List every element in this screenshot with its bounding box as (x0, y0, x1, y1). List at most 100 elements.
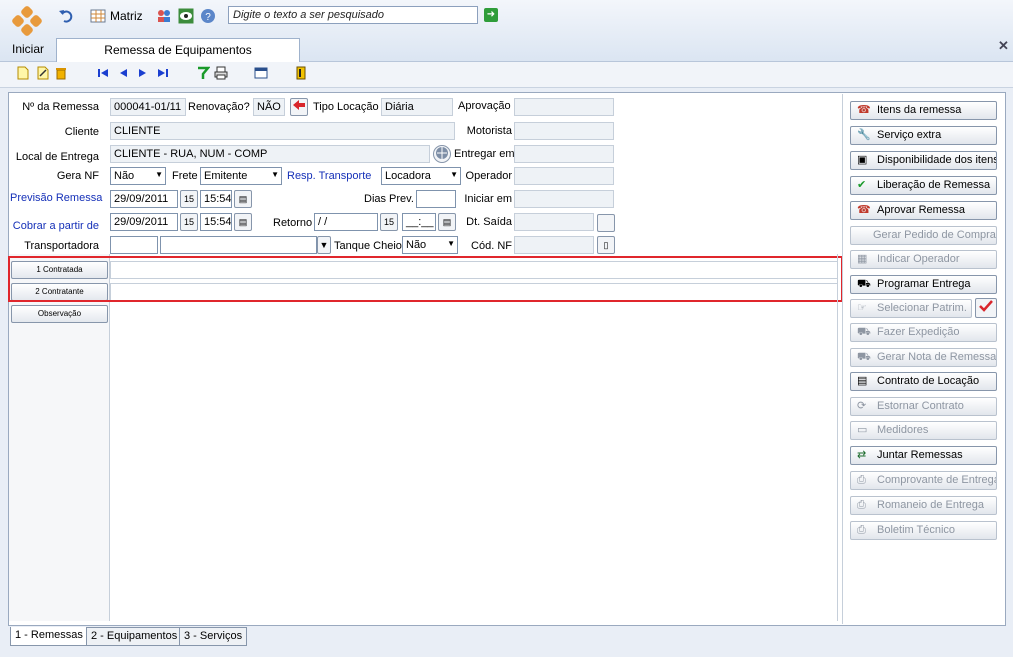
previsao-calendar-button[interactable]: 15 (180, 190, 198, 208)
action-button-14[interactable]: ⇄ Juntar Remessas (850, 446, 997, 465)
exit-door-icon[interactable] (294, 66, 308, 80)
retorno-calendar-button[interactable]: 15 (380, 213, 398, 231)
gera-nf-select[interactable]: Não (110, 167, 166, 185)
action-button-5[interactable]: Gerar Pedido de Compra (850, 226, 997, 245)
tab-equipamentos[interactable]: 2 - Equipamentos (86, 627, 183, 646)
retorno-hora-field[interactable]: __:__ (402, 213, 436, 231)
window-icon[interactable] (254, 66, 268, 80)
action-button-12[interactable]: ⟳ Estornar Contrato (850, 397, 997, 416)
calendar-icon: 15 (383, 217, 394, 227)
close-tab-icon[interactable]: ✕ (998, 38, 1009, 54)
dias-prev-field[interactable] (416, 190, 456, 208)
cod-nf-button[interactable]: ▯ (597, 236, 615, 254)
matriz-button[interactable]: Matriz (110, 9, 143, 23)
tab-servicos[interactable]: 3 - Serviços (179, 627, 248, 646)
next-record-icon[interactable] (136, 66, 150, 80)
previsao-remessa-link[interactable]: Previsão Remessa (10, 192, 102, 204)
action-button-10[interactable]: ⛟ Gerar Nota de Remessa (850, 348, 997, 367)
tab-remessa-equipamentos[interactable]: Remessa de Equipamentos (56, 38, 300, 62)
action-button-4[interactable]: ☎ Aprovar Remessa (850, 201, 997, 220)
transportadora-name-field[interactable] (160, 236, 317, 254)
previsao-clock-button[interactable]: ▤ (234, 190, 252, 208)
retorno-clock-button[interactable]: ▤ (438, 213, 456, 231)
observacao-button[interactable]: Observação (11, 305, 108, 323)
printer-icon: ⎙ (857, 474, 866, 486)
edit-document-icon[interactable] (36, 66, 50, 80)
printer-icon[interactable] (214, 66, 228, 80)
action-button-8[interactable]: ☞ Selecionar Patrim. (850, 299, 972, 318)
action-button-15[interactable]: ⎙ Comprovante de Entrega (850, 471, 997, 490)
action-button-6[interactable]: ▦ Indicar Operador (850, 250, 997, 269)
action-button-label: Itens da remessa (877, 104, 962, 116)
action-button-2[interactable]: ▣ Disponibilidade dos itens (850, 151, 997, 170)
eye-icon[interactable] (178, 8, 194, 24)
meter-icon: ▭ (857, 424, 868, 436)
new-document-icon[interactable] (16, 66, 30, 80)
action-button-label: Estornar Contrato (877, 400, 964, 412)
svg-text:?: ? (205, 12, 211, 23)
action-button-11[interactable]: ▤ Contrato de Locação (850, 372, 997, 391)
dt-saida-label: Dt. Saída (466, 216, 512, 228)
dt-saida-button[interactable] (597, 214, 615, 232)
action-button-17[interactable]: ⎙ Boletim Técnico (850, 521, 997, 540)
iniciar-label[interactable]: Iniciar (12, 42, 44, 56)
action-button-16[interactable]: ⎙ Romaneio de Entrega (850, 496, 997, 515)
cobrar-clock-button[interactable]: ▤ (234, 213, 252, 231)
aprovacao-field[interactable] (514, 98, 614, 116)
retorno-data-field[interactable]: / / (314, 213, 378, 231)
frete-select[interactable]: Emitente (200, 167, 282, 185)
resp-transporte-link[interactable]: Resp. Transporte (287, 170, 371, 182)
resp-transporte-select[interactable]: Locadora (381, 167, 461, 185)
local-entrega-field[interactable]: CLIENTE - RUA, NUM - COMP (110, 145, 430, 163)
dt-saida-field[interactable] (514, 213, 594, 231)
action-button-1[interactable]: 🔧 Serviço extra (850, 126, 997, 145)
app-window: Iniciar Matriz ? Digite o texto a ser pe… (0, 0, 1013, 657)
action-button-9[interactable]: ⛟ Fazer Expedição (850, 323, 997, 342)
first-record-icon[interactable] (96, 66, 110, 80)
users-icon[interactable] (156, 8, 172, 24)
action-button-label: Juntar Remessas (877, 449, 963, 461)
tab-remessas[interactable]: 1 - Remessas (10, 627, 88, 646)
last-record-icon[interactable] (156, 66, 170, 80)
nr-remessa-field[interactable]: 000041-01/11 (110, 98, 186, 116)
transportadora-code-field[interactable] (110, 236, 158, 254)
action-button-label: Comprovante de Entrega (877, 474, 997, 486)
iniciar-em-field[interactable] (514, 190, 614, 208)
action-button-7[interactable]: ⛟ Programar Entrega (850, 275, 997, 294)
selecionar-patrim-check-button[interactable] (975, 298, 997, 318)
matriz-grid-icon[interactable] (90, 8, 106, 24)
cobrar-data-field[interactable]: 29/09/2011 (110, 213, 178, 231)
operador-label: Operador (465, 170, 512, 182)
cod-nf-field[interactable] (514, 236, 594, 254)
renovacao-arrow-button[interactable] (290, 98, 308, 116)
cobrar-link[interactable]: Cobrar a partir de (10, 220, 99, 232)
cliente-field[interactable]: CLIENTE (110, 122, 455, 140)
undo-icon[interactable] (58, 8, 74, 24)
operador-field[interactable] (514, 167, 614, 185)
check-icon: ✔ (857, 179, 867, 191)
tanque-cheio-select[interactable]: Não (402, 236, 458, 254)
action-button-3[interactable]: ✔ Liberação de Remessa (850, 176, 997, 195)
entregar-em-field[interactable] (514, 145, 614, 163)
previsao-hora-field[interactable]: 15:54 (200, 190, 232, 208)
motorista-field[interactable] (514, 122, 614, 140)
phone-icon: ☎ (857, 204, 871, 216)
renovacao-field[interactable]: NÃO (253, 98, 285, 116)
globe-button[interactable] (433, 145, 451, 163)
previous-record-icon[interactable] (116, 66, 130, 80)
transportadora-dropdown[interactable]: ▼ (317, 236, 331, 254)
red-check-icon (979, 300, 993, 312)
search-go-icon[interactable]: ➜ (484, 8, 498, 22)
action-button-13[interactable]: ▭ Medidores (850, 421, 997, 440)
previsao-data-field[interactable]: 29/09/2011 (110, 190, 178, 208)
help-icon[interactable]: ? (200, 8, 216, 24)
action-button-0[interactable]: ☎ Itens da remessa (850, 101, 997, 120)
cobrar-hora-field[interactable]: 15:54 (200, 213, 232, 231)
cobrar-calendar-button[interactable]: 15 (180, 213, 198, 231)
clock-doc-icon: ▤ (238, 194, 248, 204)
delete-icon[interactable] (54, 66, 68, 80)
app-logo[interactable] (10, 4, 44, 40)
search-input[interactable]: Digite o texto a ser pesquisado (228, 6, 478, 24)
tipo-locacao-field[interactable]: Diária (381, 98, 453, 116)
filter-icon[interactable] (196, 66, 210, 80)
